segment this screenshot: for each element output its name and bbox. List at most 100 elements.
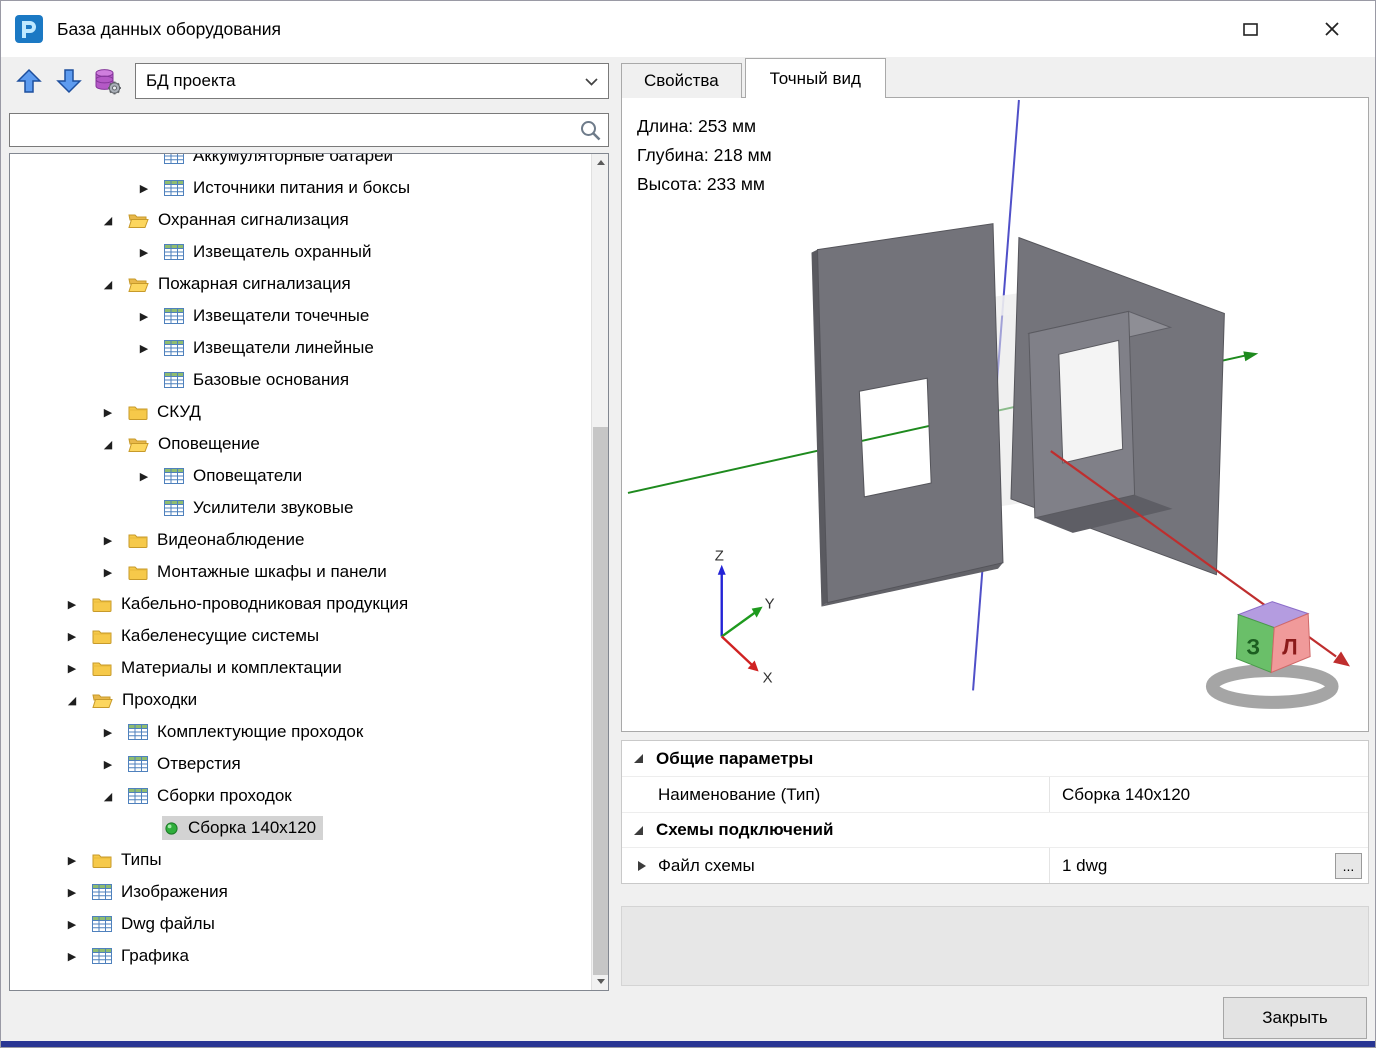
tree-item-label: Типы [121,850,162,870]
expand-arrow-icon[interactable]: ▶ [126,342,162,355]
tree-item[interactable]: ▶Графика [10,940,591,972]
tree-item[interactable]: ▶Dwg файлы [10,908,591,940]
scroll-down-arrow-icon[interactable] [592,973,609,990]
expand-arrow-icon[interactable]: ▶ [90,534,126,547]
3d-viewport[interactable]: Длина: 253 мм Глубина: 218 мм Высота: 23… [621,97,1369,732]
tree-item[interactable]: ▶ Извещатели линейные [10,332,591,364]
scrollbar-thumb[interactable] [593,427,608,975]
tree-item[interactable]: ▶СКУД [10,396,591,428]
search-icon[interactable] [579,119,602,147]
tree-item[interactable]: ◢Оповещение [10,428,591,460]
table-icon [92,916,112,932]
tree-item[interactable]: ◢Сборки проходок [10,780,591,812]
expand-arrow-icon[interactable]: ▶ [90,758,126,771]
tree-item[interactable]: Аккумуляторные батареи [10,153,591,172]
expand-arrow-icon[interactable]: ▶ [126,182,162,195]
tree-item[interactable]: ▶ Отверстия [10,748,591,780]
tree-item[interactable]: ▶Кабеленесущие системы [10,620,591,652]
property-value[interactable]: Сборка 140x120 [1050,777,1368,812]
app-icon [13,13,45,45]
tree-item[interactable]: Базовые основания [10,364,591,396]
expand-arrow-icon[interactable]: ▶ [90,566,126,579]
tree-item-label: Сборка 140x120 [188,818,316,838]
tree-item[interactable]: ▶Комплектующие проходок [10,716,591,748]
property-value[interactable]: 1 dwg... [1050,848,1368,883]
expand-arrow-icon[interactable]: ▶ [54,918,90,931]
close-dialog-button[interactable]: Закрыть [1223,997,1367,1039]
collapse-arrow-icon[interactable]: ◢ [54,694,90,707]
dimension-length: Длина: 253 мм [637,112,772,141]
move-up-button[interactable] [11,63,47,99]
property-group-header[interactable]: Схемы подключений [622,812,1368,847]
tree-item[interactable]: ▶ Типы [10,844,591,876]
maximize-button[interactable] [1227,11,1273,47]
tree-item-label: Изображения [121,882,228,902]
close-button[interactable] [1309,11,1355,47]
property-row: Наименование (Тип)Сборка 140x120 [622,776,1368,812]
expand-arrow-icon[interactable]: ▶ [54,630,90,643]
collapse-arrow-icon[interactable]: ◢ [90,438,126,451]
collapse-arrow-icon[interactable]: ◢ [90,214,126,227]
property-group-header[interactable]: Общие параметры [622,741,1368,776]
expand-arrow-icon[interactable]: ▶ [54,886,90,899]
dimensions-readout: Длина: 253 мм Глубина: 218 мм Высота: 23… [637,112,772,199]
tree-item[interactable]: ▶ Монтажные шкафы и панели [10,556,591,588]
table-icon [164,180,184,196]
search-input[interactable] [16,116,572,144]
table-icon [164,468,184,484]
expand-arrow-icon[interactable] [638,861,646,871]
tree-item-label: Извещатели линейные [193,338,374,358]
table-icon [164,244,184,260]
tree-item-label: Материалы и комплектации [121,658,342,678]
expand-arrow-icon[interactable]: ▶ [90,406,126,419]
property-group-title: Схемы подключений [656,820,833,840]
database-settings-button[interactable] [89,63,125,99]
expand-arrow-icon[interactable]: ▶ [90,726,126,739]
tree-item[interactable]: ▶ Оповещатели [10,460,591,492]
tree-item[interactable]: Усилители звуковые [10,492,591,524]
expand-arrow-icon[interactable]: ▶ [54,662,90,675]
tree-item[interactable]: Сборка 140x120 [10,812,591,844]
expand-arrow-icon[interactable]: ▶ [126,246,162,259]
tree-item[interactable]: ▶ Материалы и комплектации [10,652,591,684]
tree-item[interactable]: ▶Извещатели точечные [10,300,591,332]
tree-item-label: Аккумуляторные батареи [193,153,393,166]
folder-icon [128,532,148,548]
titlebar[interactable]: База данных оборудования [1,1,1375,57]
tab-properties[interactable]: Свойства [621,63,742,98]
tree-scrollbar[interactable] [591,154,608,990]
db-selector[interactable]: БД проекта [135,63,609,99]
z-axis-label: Z [715,548,724,565]
tree-item-label: Извещатель охранный [193,242,372,262]
scroll-up-arrow-icon[interactable] [592,154,609,171]
tree-item[interactable]: ▶ Видеонаблюдение [10,524,591,556]
tree-item[interactable]: ▶ Извещатель охранный [10,236,591,268]
collapse-arrow-icon[interactable]: ◢ [90,790,126,803]
tree-item-label: Отверстия [157,754,241,774]
tree-item[interactable]: ◢Пожарная сигнализация [10,268,591,300]
table-icon [128,788,148,804]
expand-arrow-icon[interactable]: ▶ [54,598,90,611]
expand-arrow-icon[interactable]: ▶ [126,310,162,323]
tree-item[interactable]: ◢Проходки [10,684,591,716]
folder-open-icon [128,276,149,292]
group-collapse-icon [634,754,643,763]
expand-arrow-icon[interactable]: ▶ [54,854,90,867]
tab-exact-view[interactable]: Точный вид [745,58,886,98]
tree-item-label: Базовые основания [193,370,349,390]
status-panel [621,906,1369,986]
tree-item-label: Оповещатели [193,466,302,486]
tree-item[interactable]: ▶Кабельно-проводниковая продукция [10,588,591,620]
tree-item[interactable]: ▶ Изображения [10,876,591,908]
expand-arrow-icon[interactable]: ▶ [126,470,162,483]
right-plate [1011,238,1224,575]
tree-item[interactable]: ◢Охранная сигнализация [10,204,591,236]
tree-item-label: Монтажные шкафы и панели [157,562,387,582]
expand-arrow-icon[interactable]: ▶ [54,950,90,963]
browse-button[interactable]: ... [1335,853,1362,879]
collapse-arrow-icon[interactable]: ◢ [90,278,126,291]
move-down-button[interactable] [51,63,87,99]
tree-item-label: Видеонаблюдение [157,530,305,550]
tree-item[interactable]: ▶Источники питания и боксы [10,172,591,204]
view-cube-right-label: Л [1282,634,1297,659]
